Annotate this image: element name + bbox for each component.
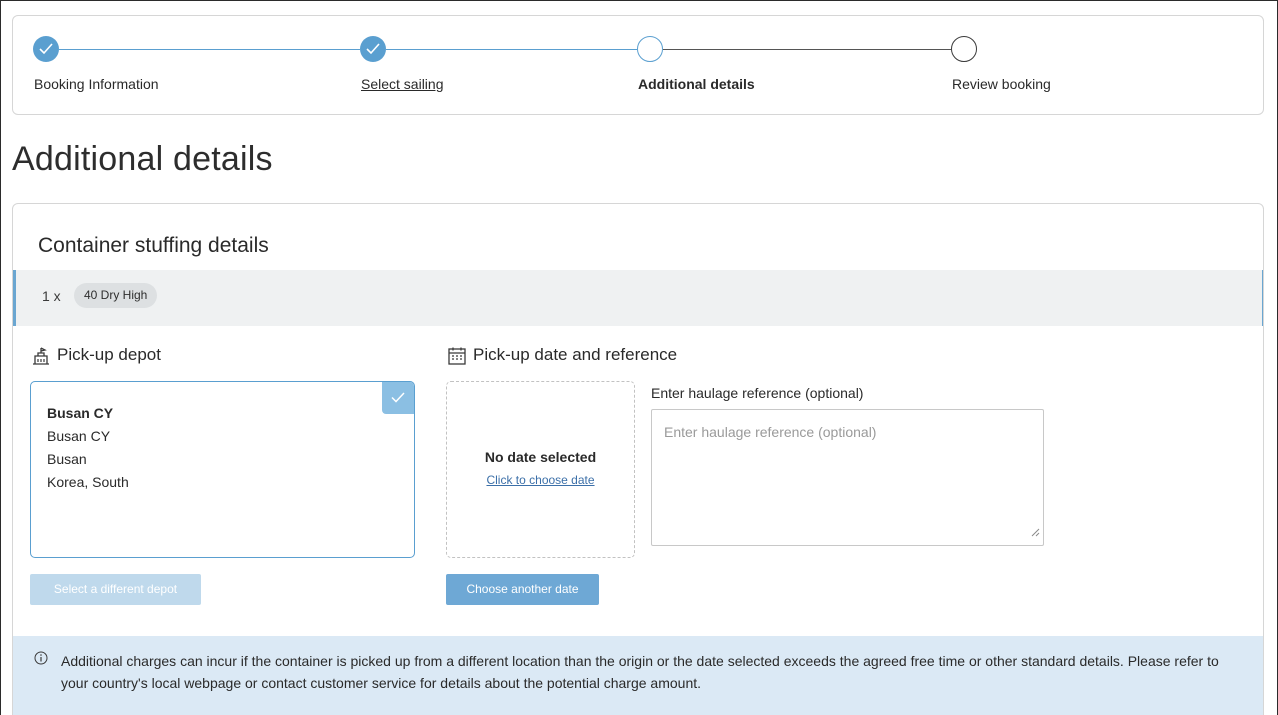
depot-address-line: Busan CY (47, 428, 111, 444)
selected-depot-card[interactable]: Busan CY Busan CY Busan Korea, South (30, 381, 415, 558)
haulage-reference-input[interactable]: Enter haulage reference (optional) (651, 409, 1044, 546)
select-different-depot-button[interactable]: Select a different depot (30, 574, 201, 605)
haulage-reference-placeholder: Enter haulage reference (optional) (664, 424, 877, 440)
no-date-selected-text: No date selected (484, 449, 597, 465)
container-stuffing-card: Container stuffing details 1 x 40 Dry Hi… (12, 203, 1264, 715)
depot-building-icon (31, 346, 51, 371)
haulage-reference-label: Enter haulage reference (optional) (651, 385, 864, 401)
booking-stepper: Booking Information Select sailing Addit… (12, 15, 1264, 115)
step-connector-1 (59, 49, 360, 50)
depot-name: Busan CY (47, 405, 114, 421)
section-title: Container stuffing details (38, 234, 269, 257)
step-1-check-icon (33, 36, 59, 62)
choose-another-date-button[interactable]: Choose another date (446, 574, 599, 605)
container-summary-bar: 1 x 40 Dry High (13, 270, 1263, 326)
step-3-current-icon (637, 36, 663, 62)
step-4-pending-icon (951, 36, 977, 62)
page-title: Additional details (12, 140, 273, 178)
container-quantity: 1 x (42, 288, 61, 304)
calendar-icon (447, 346, 467, 371)
info-icon (34, 651, 48, 670)
container-type-badge: 40 Dry High (74, 283, 158, 308)
step-connector-3 (663, 49, 951, 50)
step-booking-information[interactable]: Booking Information (34, 76, 159, 92)
choose-date-link[interactable]: Click to choose date (447, 473, 634, 487)
pickup-date-heading-label: Pick-up date and reference (473, 345, 678, 364)
additional-charges-notice: Additional charges can incur if the cont… (13, 636, 1263, 715)
pickup-depot-heading-label: Pick-up depot (57, 345, 161, 364)
notice-text: Additional charges can incur if the cont… (61, 653, 1219, 691)
depot-city: Busan (47, 451, 87, 467)
pickup-date-box[interactable]: No date selected Click to choose date (446, 381, 635, 558)
selected-check-icon (382, 382, 414, 414)
step-select-sailing[interactable]: Select sailing (361, 76, 444, 92)
resize-grip-icon[interactable] (1030, 524, 1040, 542)
pickup-date-heading: Pick-up date and reference (447, 345, 767, 369)
step-2-check-icon (360, 36, 386, 62)
step-additional-details: Additional details (638, 76, 755, 92)
pickup-depot-heading: Pick-up depot (31, 345, 331, 369)
step-connector-2 (386, 49, 637, 50)
depot-country: Korea, South (47, 474, 129, 490)
step-review-booking: Review booking (952, 76, 1051, 92)
